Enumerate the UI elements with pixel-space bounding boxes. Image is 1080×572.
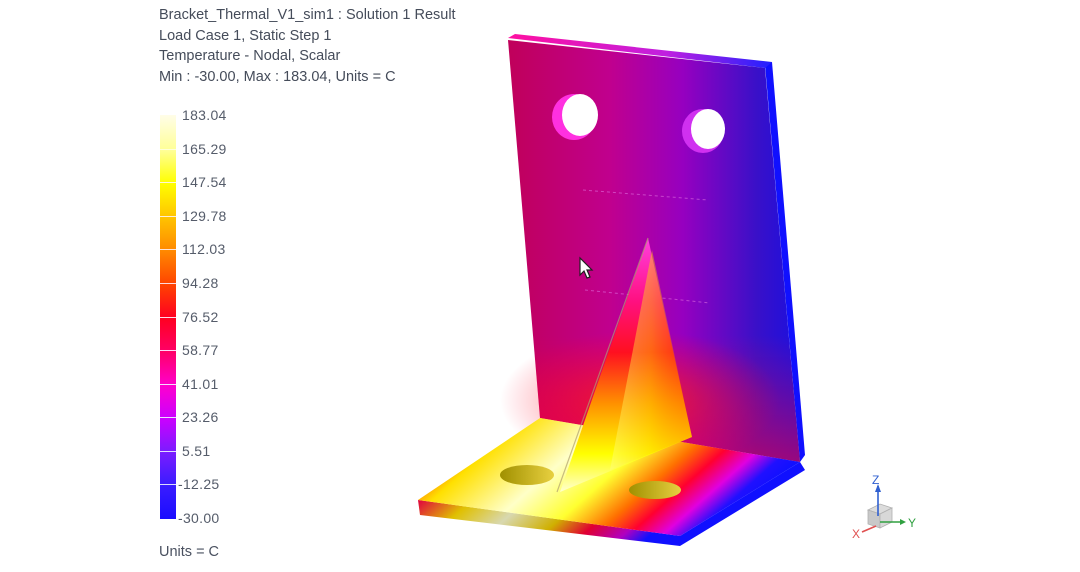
triad-z-label: Z — [872, 473, 879, 487]
triad-y-label: Y — [908, 516, 916, 530]
orientation-triad[interactable]: Z Y X — [848, 470, 928, 540]
triad-x-axis — [861, 525, 877, 533]
triad-x-label: X — [852, 527, 860, 540]
base-hole-right — [629, 481, 681, 499]
base-hole-left — [500, 465, 554, 485]
triad-cube-icon — [866, 503, 894, 529]
